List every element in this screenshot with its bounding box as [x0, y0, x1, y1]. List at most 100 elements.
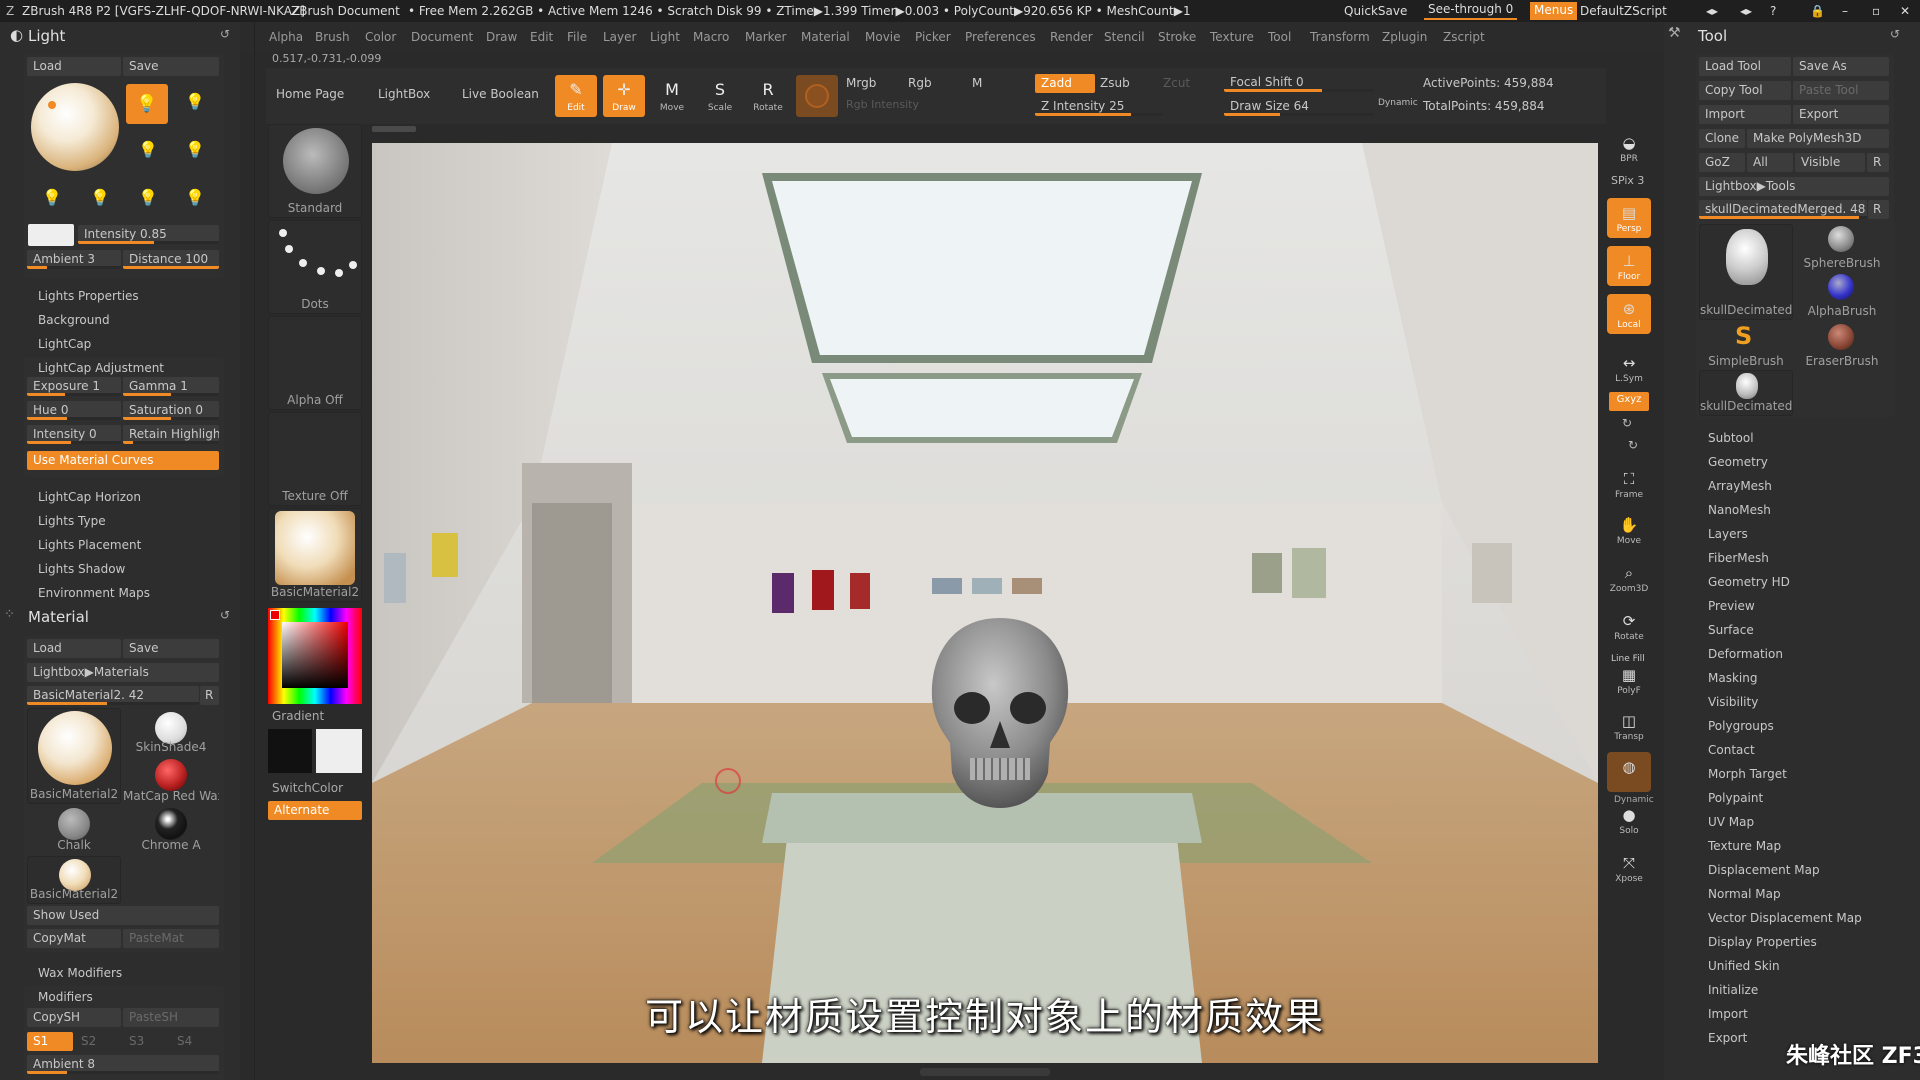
transp-button[interactable]: ◫ Transp	[1607, 706, 1651, 746]
tool-menu-geometry-hd[interactable]: Geometry HD	[1708, 575, 1790, 589]
wax-modifiers-item[interactable]: Wax Modifiers	[38, 966, 122, 980]
axis-icon[interactable]: ↻	[1622, 416, 1632, 430]
lightbox-button[interactable]: LightBox	[372, 85, 436, 104]
tool-menu-fibermesh[interactable]: FiberMesh	[1708, 551, 1769, 565]
save-as-button[interactable]: Save As	[1793, 57, 1889, 76]
paste-tool-button[interactable]: Paste Tool	[1793, 81, 1889, 100]
tool-menu-subtool[interactable]: Subtool	[1708, 431, 1754, 445]
rgb-intensity-slider[interactable]: Rgb Intensity	[846, 98, 919, 111]
tool-menu-normal-map[interactable]: Normal Map	[1708, 887, 1781, 901]
background-item[interactable]: Background	[38, 313, 110, 327]
s1-button[interactable]: S1	[27, 1032, 73, 1051]
material-panel-title[interactable]: Material	[28, 608, 89, 626]
material-reset-button[interactable]: R	[200, 686, 219, 705]
material-thumb-basicmaterial2-2[interactable]: BasicMaterial2	[27, 856, 121, 904]
material-thumb-skinshade4[interactable]: SkinShade4	[123, 708, 219, 756]
tool-thumb-simplebrush[interactable]: S SimpleBrush	[1699, 322, 1793, 370]
tool-menu-layers[interactable]: Layers	[1708, 527, 1748, 541]
s2-button[interactable]: S2	[75, 1032, 121, 1051]
light-bulb-4-icon[interactable]: 💡	[185, 140, 205, 159]
light-preview-sphere[interactable]	[31, 83, 119, 171]
show-used-button[interactable]: Show Used	[27, 906, 219, 925]
tool-refresh-icon[interactable]: ↺	[1890, 27, 1900, 41]
persp-button[interactable]: ▤ Persp	[1607, 198, 1651, 238]
lightcap-item[interactable]: LightCap	[38, 337, 91, 351]
bottom-tray-handle[interactable]	[920, 1068, 1050, 1076]
use-material-curves-toggle[interactable]: Use Material Curves	[27, 451, 219, 470]
z-intensity-slider[interactable]: Z Intensity 25	[1035, 97, 1163, 116]
goz-button[interactable]: GoZ	[1699, 153, 1745, 172]
canvas-tab-handle[interactable]	[372, 126, 416, 132]
material-thumb-chalk[interactable]: Chalk	[27, 806, 121, 854]
export-button[interactable]: Export	[1793, 105, 1889, 124]
ghost-button[interactable]: ◍	[1607, 752, 1651, 792]
quicksave-button[interactable]: QuickSave	[1344, 4, 1407, 18]
s4-button[interactable]: S4	[171, 1032, 219, 1051]
menu-alpha[interactable]: Alpha	[269, 30, 303, 44]
material-index-slider[interactable]: BasicMaterial2. 42	[27, 686, 199, 705]
brush-standard-thumb[interactable]: Standard	[268, 124, 362, 218]
tool-menu-unified-skin[interactable]: Unified Skin	[1708, 959, 1780, 973]
menu-color[interactable]: Color	[365, 30, 396, 44]
main-color-swatch[interactable]	[316, 729, 362, 773]
tool-thumb-eraserbrush[interactable]: EraserBrush	[1795, 322, 1889, 370]
floor-button[interactable]: ⊥ Floor	[1607, 246, 1651, 286]
hue-slider[interactable]: Hue 0	[27, 401, 121, 420]
edit-mode-button[interactable]: ✎ Edit	[555, 75, 597, 117]
material-thumb-chrome-a[interactable]: Chrome A	[123, 806, 219, 854]
menu-file[interactable]: File	[567, 30, 587, 44]
modifiers-title[interactable]: Modifiers	[38, 990, 93, 1004]
tool-thumb-alphabrush[interactable]: AlphaBrush	[1795, 272, 1889, 320]
tool-menu-export[interactable]: Export	[1708, 1031, 1747, 1045]
light-color-swatch[interactable]	[28, 224, 74, 246]
light-bulb-6-icon[interactable]: 💡	[90, 188, 110, 207]
tool-menu-morph-target[interactable]: Morph Target	[1708, 767, 1787, 781]
menu-render[interactable]: Render	[1050, 30, 1093, 44]
move-mode-button[interactable]: M Move	[651, 75, 693, 117]
menu-stencil[interactable]: Stencil	[1104, 30, 1145, 44]
lights-type-item[interactable]: Lights Type	[38, 514, 106, 528]
gradient-label[interactable]: Gradient	[272, 709, 324, 723]
minimize-icon[interactable]: –	[1842, 4, 1848, 18]
rotate-mode-button[interactable]: R Rotate	[747, 75, 789, 117]
light-position-marker[interactable]	[48, 101, 56, 109]
light-bulb-3-icon[interactable]: 💡	[138, 140, 158, 159]
menu-layer[interactable]: Layer	[603, 30, 636, 44]
light-ambient-slider[interactable]: Ambient 3	[27, 250, 121, 269]
focal-shift-slider[interactable]: Focal Shift 0	[1224, 73, 1374, 92]
frame-button[interactable]: ⛶ Frame	[1607, 464, 1651, 504]
menu-edit[interactable]: Edit	[530, 30, 553, 44]
menu-texture[interactable]: Texture	[1210, 30, 1254, 44]
material-basic-thumb[interactable]: BasicMaterial2	[268, 508, 362, 602]
light-panel-title[interactable]: Light	[28, 27, 65, 45]
import-button[interactable]: Import	[1699, 105, 1791, 124]
close-icon[interactable]: ✕	[1900, 4, 1910, 18]
tool-menu-arraymesh[interactable]: ArrayMesh	[1708, 479, 1772, 493]
pastesh-button[interactable]: PasteSH	[123, 1008, 219, 1027]
lightcap-adjustment-title[interactable]: LightCap Adjustment	[38, 361, 164, 375]
canvas-viewport[interactable]: 可以让材质设置控制对象上的材质效果	[372, 143, 1598, 1063]
make-polymesh3d-button[interactable]: Make PolyMesh3D	[1747, 129, 1889, 148]
copysh-button[interactable]: CopySH	[27, 1008, 121, 1027]
light-save-button[interactable]: Save	[123, 57, 219, 76]
secondary-color-swatch[interactable]	[268, 729, 312, 773]
material-ambient-slider[interactable]: Ambient 8	[27, 1055, 219, 1074]
menu-marker[interactable]: Marker	[745, 30, 786, 44]
refresh-icon[interactable]: ↺	[220, 27, 230, 41]
home-page-button[interactable]: Home Page	[270, 85, 350, 104]
rgb-button[interactable]: Rgb	[908, 76, 932, 90]
tool-menu-contact[interactable]: Contact	[1708, 743, 1755, 757]
menu-brush[interactable]: Brush	[315, 30, 350, 44]
tool-thumb-skull-2[interactable]: skullDecimatedM	[1699, 370, 1793, 416]
axis-icon-2[interactable]: ↻	[1628, 438, 1638, 452]
tool-menu-preview[interactable]: Preview	[1708, 599, 1755, 613]
draw-size-slider[interactable]: Draw Size 64	[1224, 97, 1374, 116]
texture-off-thumb[interactable]: Texture Off	[268, 412, 362, 506]
retain-highlights-slider[interactable]: Retain Highlights	[123, 425, 219, 444]
layout-icon-2[interactable]: ◂▸	[1740, 4, 1752, 18]
zcut-button[interactable]: Zcut	[1163, 76, 1190, 90]
draw-mode-button[interactable]: ✛ Draw	[603, 75, 645, 117]
goz-r-button[interactable]: R	[1867, 153, 1889, 172]
tool-index-slider[interactable]: skullDecimatedMerged. 48	[1699, 200, 1867, 219]
tool-menu-geometry[interactable]: Geometry	[1708, 455, 1768, 469]
